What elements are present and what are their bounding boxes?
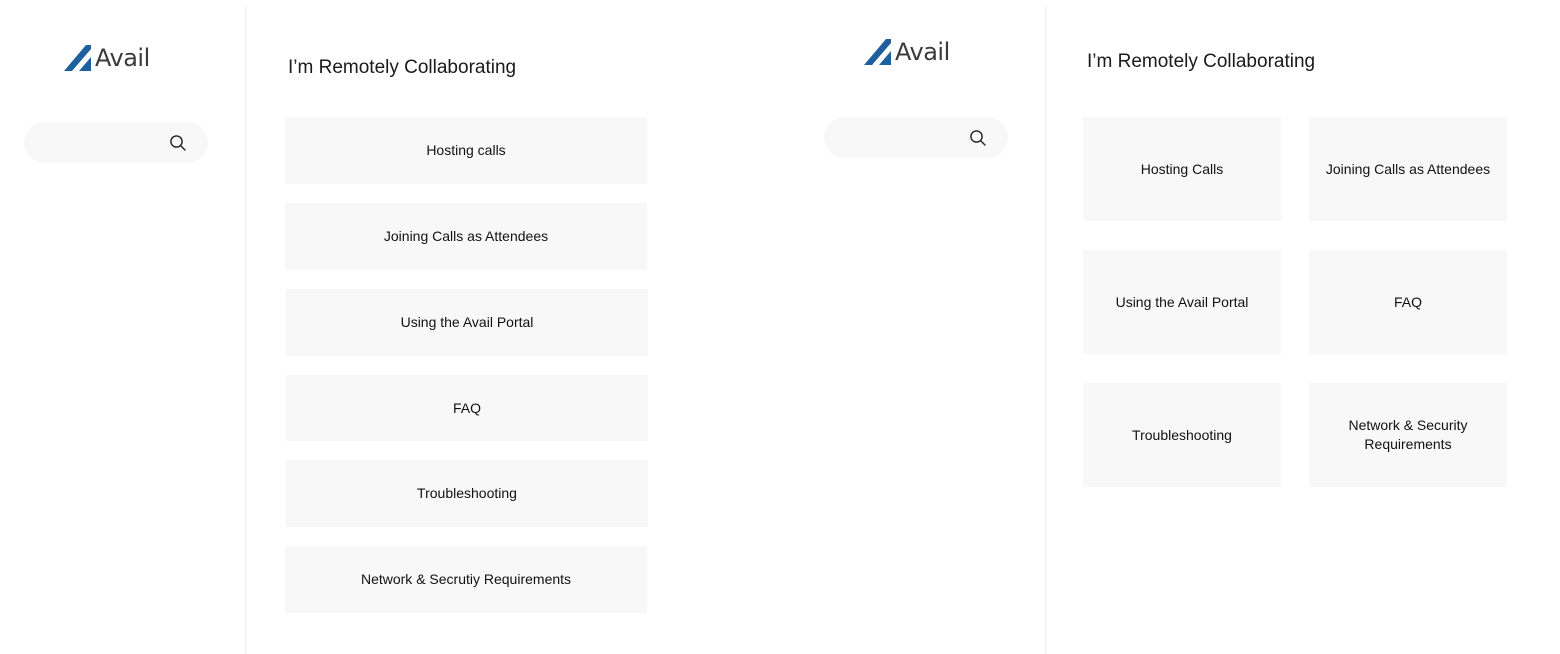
topic-card-label: Network & Secrutiy Requirements xyxy=(360,571,572,587)
topic-card-hosting-calls[interactable]: Hosting Calls xyxy=(1083,117,1281,221)
search-input[interactable] xyxy=(40,130,164,156)
topic-card-avail-portal[interactable]: Using the Avail Portal xyxy=(286,289,648,356)
avail-logo-mark-icon xyxy=(864,39,891,65)
sidebar-divider xyxy=(245,6,246,654)
grid-view-panel: Avail I’m Remotely Collaborating Hosting… xyxy=(800,0,1560,654)
topic-card-troubleshooting[interactable]: Troubleshooting xyxy=(286,460,648,527)
topic-card-troubleshooting[interactable]: Troubleshooting xyxy=(1083,383,1281,487)
search-icon[interactable] xyxy=(969,129,987,147)
topic-card-hosting-calls[interactable]: Hosting calls xyxy=(285,117,647,184)
logo-text: Avail xyxy=(895,38,950,66)
topic-card-label: Hosting Calls xyxy=(1140,160,1224,177)
avail-logo[interactable]: Avail xyxy=(64,44,150,72)
topic-card-joining-calls[interactable]: Joining Calls as Attendees xyxy=(285,203,647,270)
page-title: I’m Remotely Collaborating xyxy=(1087,51,1316,72)
topic-card-label: Using the Avail Portal xyxy=(1115,293,1249,310)
search-box[interactable] xyxy=(24,122,208,163)
sidebar: Avail xyxy=(0,0,245,654)
sidebar: Avail xyxy=(800,0,1045,654)
page-title: I’m Remotely Collaborating xyxy=(288,57,517,78)
topic-card-label: Joining Calls as Attendees xyxy=(1325,160,1491,177)
topic-card-network-security[interactable]: Network & Secrutiy Requirements xyxy=(285,546,647,613)
topic-card-network-security[interactable]: Network & Security Requirements xyxy=(1309,383,1507,487)
topic-card-label: Troubleshooting xyxy=(1132,426,1232,443)
topic-card-faq[interactable]: FAQ xyxy=(286,375,648,441)
topic-card-label: FAQ xyxy=(452,399,481,416)
topic-card-joining-calls[interactable]: Joining Calls as Attendees xyxy=(1309,117,1507,221)
search-input[interactable] xyxy=(840,125,964,151)
avail-logo-mark-icon xyxy=(64,45,91,71)
topic-card-label: Troubleshooting xyxy=(417,485,517,501)
topic-card-label: Hosting calls xyxy=(426,142,506,158)
topic-card-label: FAQ xyxy=(1393,293,1422,310)
topic-card-faq[interactable]: FAQ xyxy=(1309,250,1507,354)
page: Avail I’m Remotely Collaborating Hosting… xyxy=(0,0,1560,654)
topic-card-label: Using the Avail Portal xyxy=(400,314,534,330)
search-icon[interactable] xyxy=(169,134,187,152)
search-box[interactable] xyxy=(824,117,1008,158)
topic-card-avail-portal[interactable]: Using the Avail Portal xyxy=(1083,250,1281,354)
topic-card-label: Network & Security Requirements xyxy=(1348,417,1468,452)
avail-logo[interactable]: Avail xyxy=(864,38,950,66)
topic-card-label: Joining Calls as Attendees xyxy=(383,228,549,244)
sidebar-divider xyxy=(1045,6,1046,654)
logo-text: Avail xyxy=(95,44,150,72)
list-view-panel: Avail I’m Remotely Collaborating Hosting… xyxy=(0,0,800,654)
